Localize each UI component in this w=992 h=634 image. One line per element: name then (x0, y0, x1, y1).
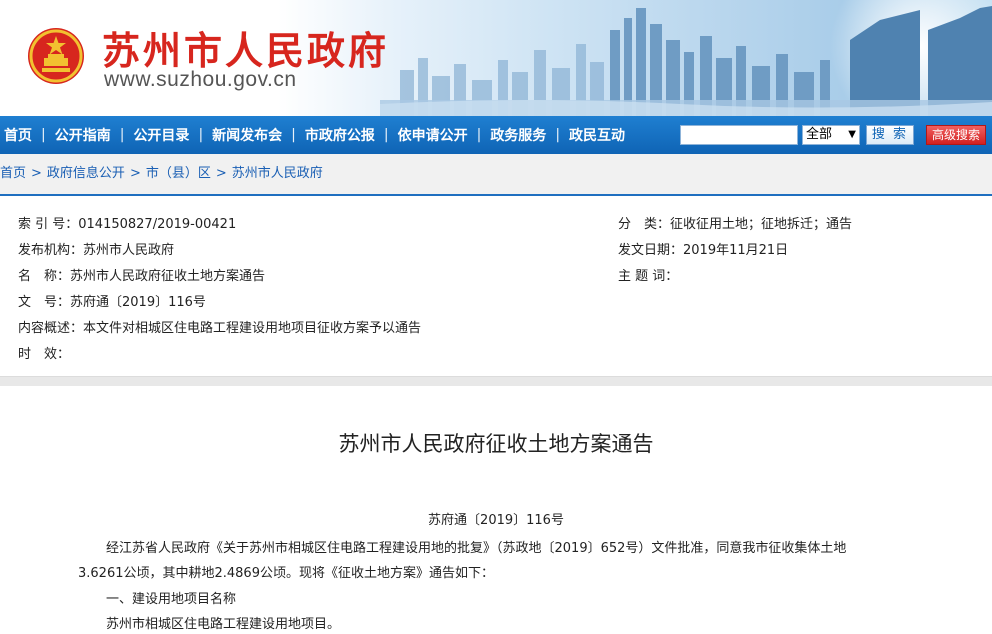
nav-item-catalog[interactable]: 公开目录 (133, 125, 189, 145)
article-paragraph-1-line-1: 经江苏省人民政府《关于苏州市相城区住电路工程建设用地的批复》（苏政地〔2019〕… (106, 541, 847, 556)
nav-menu: 首页 | 公开指南 | 公开目录 | 新闻发布会 | 市政府公报 | 依申请公开… (4, 116, 625, 154)
document-meta-panel: 索 引 号：014150827/2019-00421 发布机构：苏州市人民政府 … (0, 198, 992, 376)
site-header-banner: 苏州市人民政府 www.suzhou.gov.cn (0, 0, 992, 116)
meta-name: 名 称：苏州市人民政府征收土地方案通告 (18, 269, 266, 284)
nav-item-interaction[interactable]: 政民互动 (569, 125, 625, 145)
search-scope-value: 全部 (806, 127, 833, 142)
meta-index-no: 索 引 号：014150827/2019-00421 (18, 217, 237, 232)
breadcrumb-separator: > (215, 166, 227, 181)
site-url: www.suzhou.gov.cn (104, 68, 297, 91)
section-divider (0, 376, 992, 386)
nav-item-request[interactable]: 依申请公开 (398, 125, 468, 145)
nav-separator: | (291, 127, 296, 143)
breadcrumb-districts[interactable]: 市（县）区 (146, 166, 211, 181)
chevron-down-icon: ▼ (848, 129, 856, 140)
meta-category: 分 类：征收征用土地；征地拆迁；通告 (618, 217, 853, 232)
article-title: 苏州市人民政府征收土地方案通告 (338, 432, 654, 456)
main-nav-bar: 首页 | 公开指南 | 公开目录 | 新闻发布会 | 市政府公报 | 依申请公开… (0, 116, 992, 154)
breadcrumb-gov-info[interactable]: 政府信息公开 (47, 166, 125, 181)
nav-separator: | (476, 127, 482, 143)
article-section-1-content: 苏州市相城区住电路工程建设用地项目。 (106, 617, 341, 632)
meta-keywords: 主 题 词： (618, 269, 679, 284)
national-emblem-icon (28, 28, 84, 84)
nav-item-press[interactable]: 新闻发布会 (212, 125, 282, 145)
article-paragraph-1-line-2: 3.6261公顷，其中耕地2.4869公顷。现将《征收土地方案》通告如下： (78, 566, 494, 581)
nav-separator: | (383, 127, 389, 143)
breadcrumb: 首页 > 政府信息公开 > 市（县）区 > 苏州市人民政府 (0, 162, 323, 181)
city-skyline-image (380, 6, 992, 116)
breadcrumb-home[interactable]: 首页 (0, 166, 26, 181)
meta-validity: 时 效： (18, 347, 71, 362)
meta-publisher: 发布机构：苏州市人民政府 (18, 243, 175, 258)
nav-separator: | (119, 127, 125, 143)
meta-doc-no: 文 号：苏府通〔2019〕116号 (18, 295, 206, 310)
breadcrumb-suzhou-gov[interactable]: 苏州市人民政府 (232, 166, 323, 181)
meta-date: 发文日期：2019年11月21日 (618, 243, 789, 258)
nav-item-home[interactable]: 首页 (4, 125, 32, 145)
search-scope-select[interactable]: 全部 ▼ (802, 125, 860, 145)
breadcrumb-bar: 首页 > 政府信息公开 > 市（县）区 > 苏州市人民政府 (0, 154, 992, 196)
nav-item-gazette[interactable]: 市政府公报 (305, 125, 375, 145)
article-doc-number: 苏府通〔2019〕116号 (428, 513, 564, 528)
advanced-search-button[interactable]: 高级搜索 (926, 125, 986, 145)
search-input[interactable] (680, 125, 798, 145)
meta-summary: 内容概述：本文件对相城区住电路工程建设用地项目征收方案予以通告 (18, 321, 422, 336)
search-button[interactable]: 搜 索 (866, 125, 914, 145)
nav-separator: | (555, 127, 561, 143)
site-title: 苏州市人民政府 (102, 28, 390, 73)
breadcrumb-separator: > (31, 166, 42, 181)
breadcrumb-separator: > (129, 166, 141, 181)
article-section-1-heading: 一、建设用地项目名称 (106, 592, 237, 607)
nav-item-services[interactable]: 政务服务 (490, 125, 546, 145)
nav-separator: | (41, 127, 46, 143)
nav-separator: | (198, 127, 204, 143)
nav-item-guide[interactable]: 公开指南 (55, 125, 111, 145)
